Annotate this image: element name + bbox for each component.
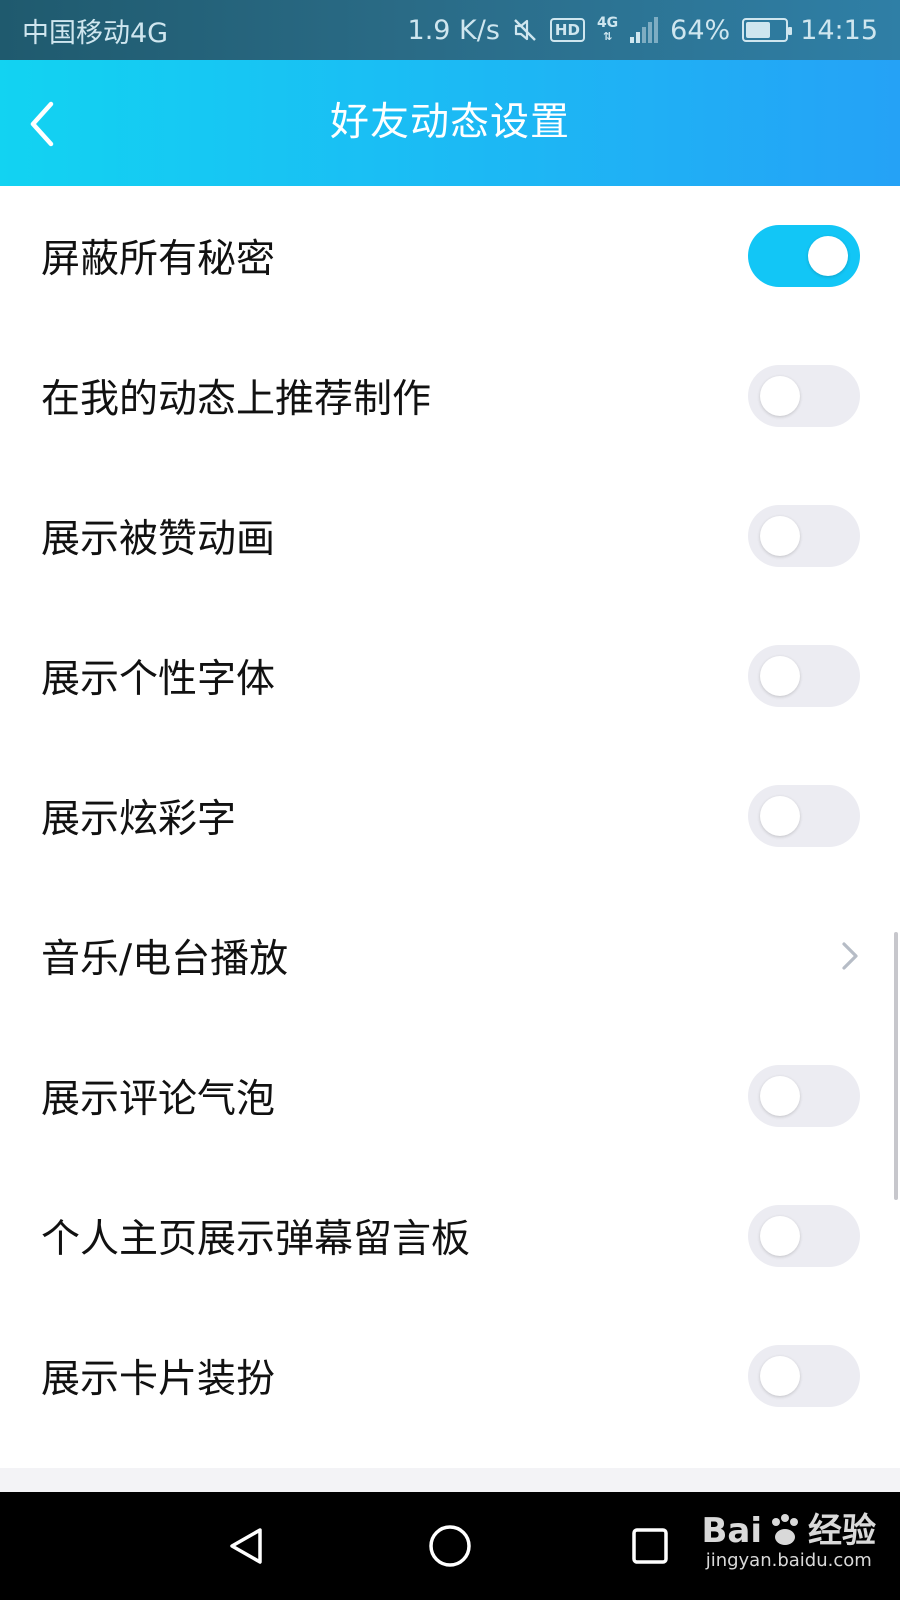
chevron-left-icon (30, 101, 54, 147)
settings-row[interactable]: 展示炫彩字 (0, 746, 900, 886)
hd-badge: HD (549, 18, 585, 42)
toggle-switch[interactable] (748, 645, 860, 707)
settings-row-label: 在我的动态上推荐制作 (41, 377, 432, 422)
network-type-label: 4G (596, 15, 619, 31)
baidu-jingyan-watermark: Bai 经验 jingyan.baidu.com (701, 1512, 876, 1572)
toggle-knob (760, 1076, 800, 1116)
settings-row-label: 展示被赞动画 (41, 517, 276, 562)
toggle-switch[interactable] (748, 1205, 860, 1267)
settings-row-label: 个人主页展示弹幕留言板 (41, 1217, 471, 1262)
settings-row[interactable]: 音乐/电台播放 (0, 886, 900, 1026)
toggle-knob (760, 1356, 800, 1396)
settings-row[interactable]: 展示个性字体 (0, 606, 900, 746)
data-arrows-icon: ⇅ (602, 30, 613, 43)
status-icons: 1.9 K/s HD 4G ⇅ 64% 14:15 (408, 15, 878, 46)
toggle-knob (760, 656, 800, 696)
battery-level-fill (746, 22, 771, 38)
settings-row[interactable]: 展示被赞动画 (0, 466, 900, 606)
settings-row[interactable]: 屏蔽所有秘密 (0, 186, 900, 326)
settings-row-label: 展示卡片装扮 (41, 1357, 276, 1402)
settings-row-label: 展示个性字体 (41, 657, 276, 702)
toggle-switch[interactable] (748, 785, 860, 847)
toggle-knob (808, 236, 848, 276)
network-speed: 1.9 K/s (407, 14, 500, 46)
circle-home-icon (429, 1525, 471, 1567)
scrollbar[interactable] (894, 932, 898, 1200)
nav-home-button[interactable] (422, 1518, 478, 1574)
clock: 14:15 (800, 14, 878, 46)
toggle-knob (760, 1216, 800, 1256)
network-type: 4G ⇅ (597, 16, 618, 44)
mute-icon (512, 17, 538, 43)
toggle-switch[interactable] (748, 365, 860, 427)
settings-row-label: 音乐/电台播放 (41, 937, 289, 982)
watermark-brand-suffix: 经验 (808, 1511, 876, 1551)
battery-icon (742, 18, 793, 42)
nav-recents-button[interactable] (622, 1518, 678, 1574)
battery-percent: 64% (670, 14, 731, 46)
triangle-back-icon (230, 1528, 262, 1564)
watermark-brand: Bai (701, 1511, 762, 1551)
header-bar: 好友动态设置 (0, 60, 900, 186)
status-bar: 中国移动4G 1.9 K/s HD 4G ⇅ 64% 14:15 (0, 0, 900, 60)
carrier-label: 中国移动4G (22, 17, 169, 49)
settings-row-label: 展示评论气泡 (41, 1077, 276, 1122)
toggle-switch[interactable] (748, 505, 860, 567)
list-footer-divider (0, 1468, 900, 1492)
settings-list: 屏蔽所有秘密在我的动态上推荐制作 展示被赞动画 展示个性字体 展示炫彩字音乐/电台播放… (0, 186, 900, 1446)
settings-row[interactable]: 在我的动态上推荐制作 (0, 326, 900, 466)
settings-row[interactable]: 展示评论气泡 (0, 1026, 900, 1166)
toggle-switch[interactable] (748, 1345, 860, 1407)
nav-back-button[interactable] (218, 1518, 274, 1574)
toggle-knob (760, 516, 800, 556)
chevron-right-icon (820, 936, 860, 976)
toggle-switch[interactable] (748, 225, 860, 287)
settings-row[interactable]: 个人主页展示弹幕留言板 (0, 1166, 900, 1306)
page-title: 好友动态设置 (329, 100, 570, 145)
signal-icon (630, 17, 659, 43)
settings-row[interactable]: 展示卡片装扮 (0, 1306, 900, 1446)
toggle-switch[interactable] (748, 1065, 860, 1127)
paw-icon (772, 1514, 798, 1545)
navigation-bar: Bai 经验 jingyan.baidu.com (0, 1492, 900, 1600)
settings-row-label: 展示炫彩字 (41, 797, 237, 842)
back-button[interactable] (14, 96, 70, 152)
toggle-knob (760, 376, 800, 416)
settings-row-label: 屏蔽所有秘密 (41, 237, 276, 282)
square-recents-icon (632, 1528, 668, 1564)
watermark-url: jingyan.baidu.com (705, 1550, 872, 1571)
toggle-knob (760, 796, 800, 836)
